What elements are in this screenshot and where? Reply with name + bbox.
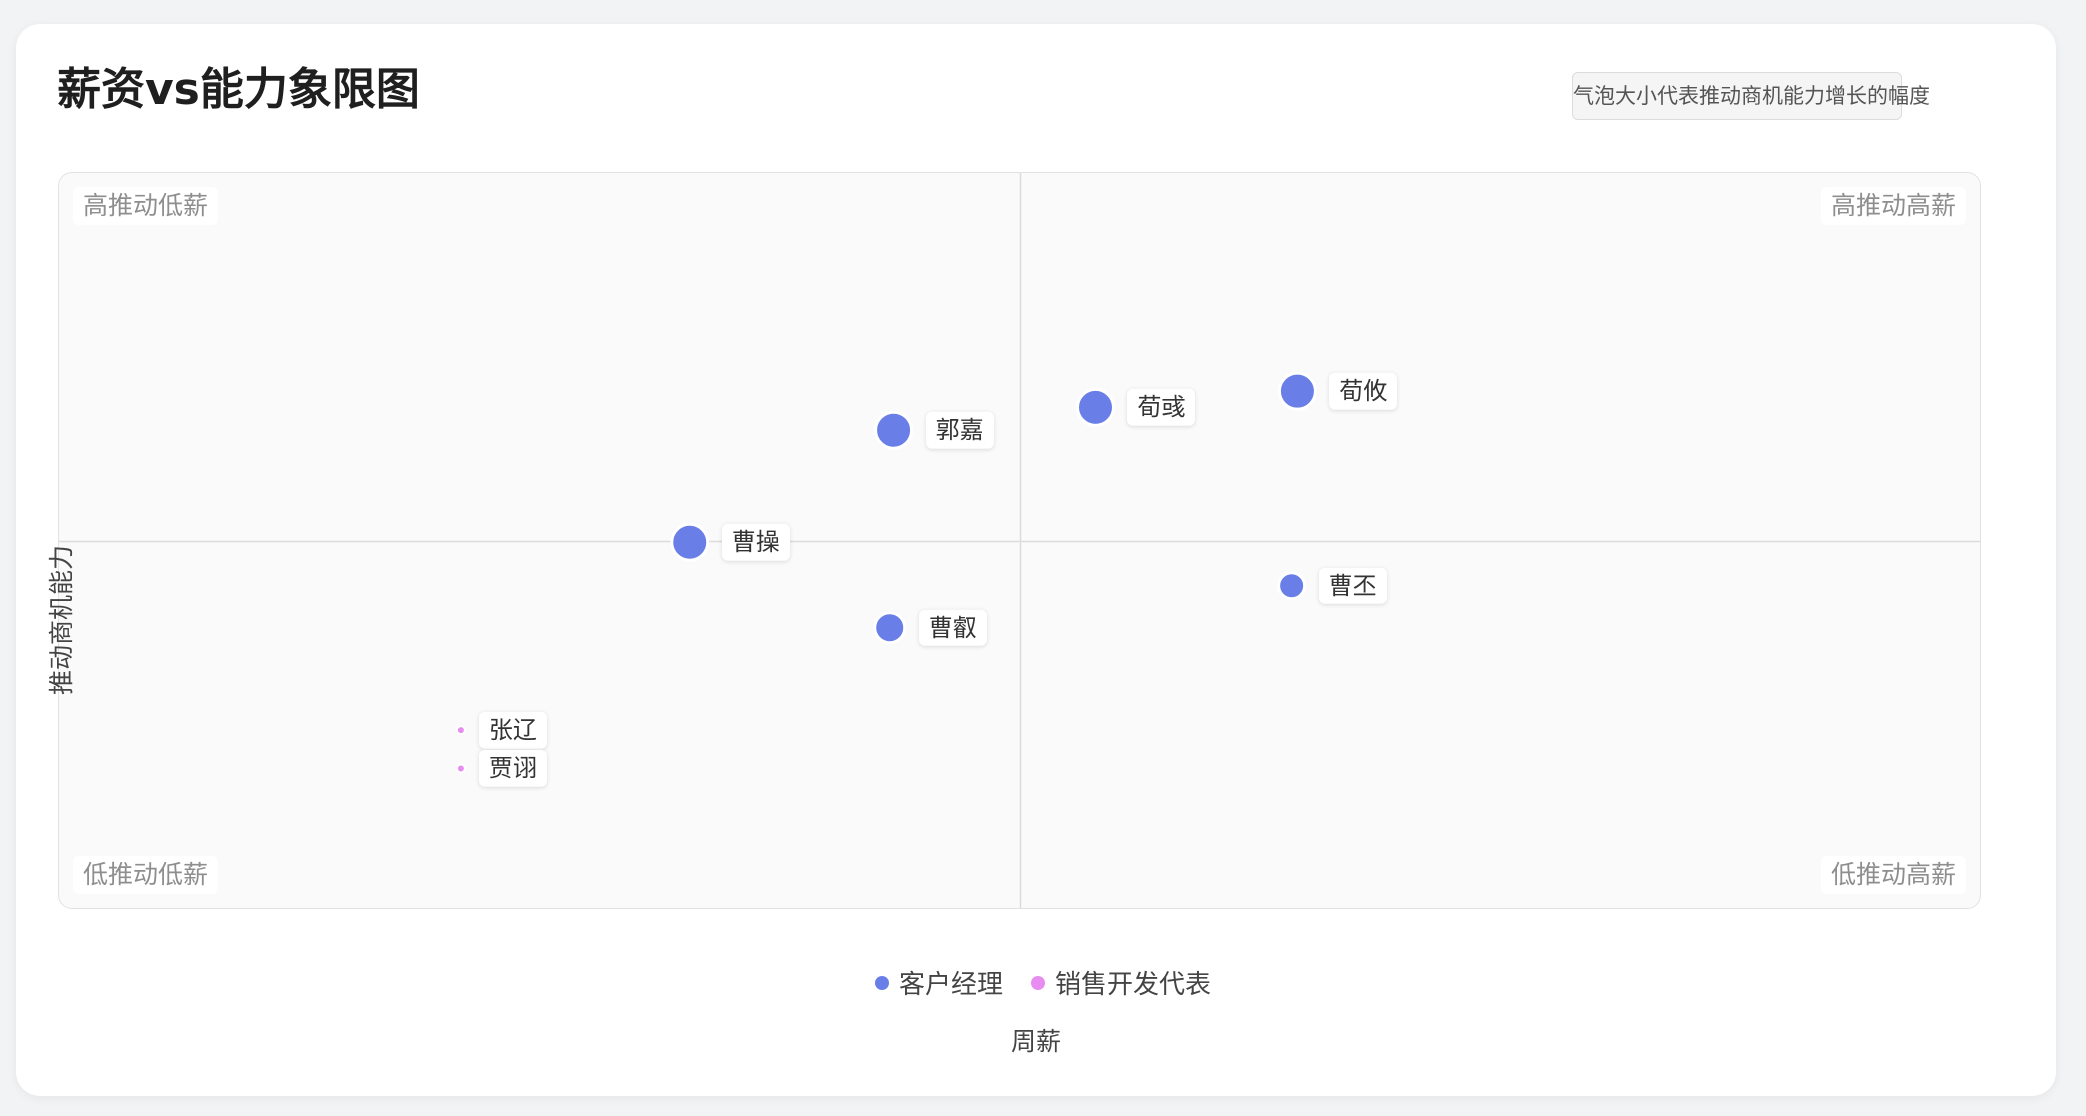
data-point[interactable] [874,410,914,450]
data-point-label: 贾诩 [478,750,547,787]
plot-area[interactable]: 高推动低薪 高推动高薪 低推动低薪 低推动高薪 郭嘉 荀彧 荀攸曹操曹丕曹叡张辽 贾诩 [58,172,1981,909]
bubble-size-note: 气泡大小代表推动商机能力增长的幅度 [1572,72,1930,120]
data-point[interactable] [873,611,907,645]
quadrant-label-bottom-right: 低推动高薪 [1820,856,1966,894]
data-point-label: 荀攸 [1329,372,1398,410]
data-point[interactable] [1277,571,1307,601]
legend-label: 销售开发代表 [1055,970,1212,1000]
data-point-label: 荀彧 [1127,389,1196,426]
y-axis-label: 推动商机能力 [47,544,76,696]
data-point[interactable] [1075,387,1115,427]
data-point[interactable] [1277,371,1317,411]
chart-title: 薪资vs能力象限图 [57,64,420,115]
legend-item[interactable]: 客户经理 [874,964,1003,1001]
data-point[interactable] [670,522,710,562]
quadrant-label-bottom-left: 低推动低薪 [73,856,219,894]
data-point-label: 曹叡 [918,609,987,646]
legend-label: 客户经理 [898,970,1003,1000]
legend: 客户经理 销售开发代表 [0,964,2086,1001]
data-point-label: 曹丕 [1318,567,1387,604]
quadrant-label-top-right: 高推动高薪 [1820,187,1966,225]
legend-swatch [874,975,889,990]
data-point-label: 曹操 [721,524,790,561]
legend-swatch [1031,975,1045,990]
quadrant-label-top-left: 高推动低薪 [73,187,219,225]
data-point[interactable] [455,725,466,736]
data-point-label: 张辽 [478,711,547,749]
legend-item[interactable]: 销售开发代表 [1031,964,1211,1001]
data-point[interactable] [455,763,466,774]
x-axis-label: 周薪 [1010,1027,1061,1056]
data-point-label: 郭嘉 [925,412,994,449]
plot-svg [59,173,1980,908]
